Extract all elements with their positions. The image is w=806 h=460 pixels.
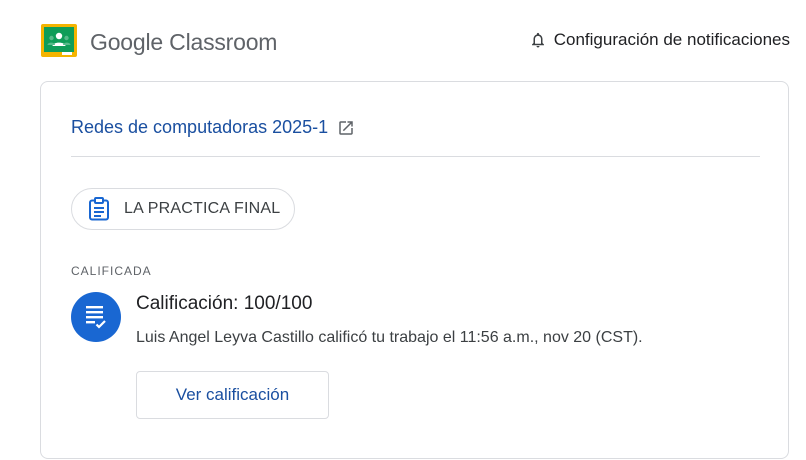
email-page: Google Classroom Configuración de notifi… xyxy=(0,0,806,460)
grade-notification-card: Redes de computadoras 2025-1 LA PRACTICA… xyxy=(40,81,789,459)
assignment-title: LA PRACTICA FINAL xyxy=(124,200,281,217)
course-name: Redes de computadoras 2025-1 xyxy=(71,117,329,137)
grade-description: Luis Angel Leyva Castillo calificó tu tr… xyxy=(136,329,643,346)
grade-badge xyxy=(71,292,121,342)
graded-document-icon xyxy=(86,306,106,329)
open-in-new-icon xyxy=(339,120,353,135)
grade-title: Calificación: 100/100 xyxy=(136,293,313,314)
divider xyxy=(71,156,760,157)
google-classroom-logo-icon xyxy=(41,24,77,57)
course-link[interactable]: Redes de computadoras 2025-1 xyxy=(71,117,355,138)
notification-settings-label: Configuración de notificaciones xyxy=(553,30,790,49)
assignment-chip[interactable]: LA PRACTICA FINAL xyxy=(71,188,296,230)
logo-text: Google Classroom xyxy=(90,29,278,55)
view-grade-button[interactable]: Ver calificación xyxy=(136,371,329,419)
bell-icon xyxy=(531,32,544,48)
status-label: CALIFICADA xyxy=(71,264,152,278)
clipboard-icon xyxy=(89,197,109,221)
notification-settings-link[interactable]: Configuración de notificaciones xyxy=(529,30,790,50)
header: Google Classroom Configuración de notifi… xyxy=(0,0,806,80)
